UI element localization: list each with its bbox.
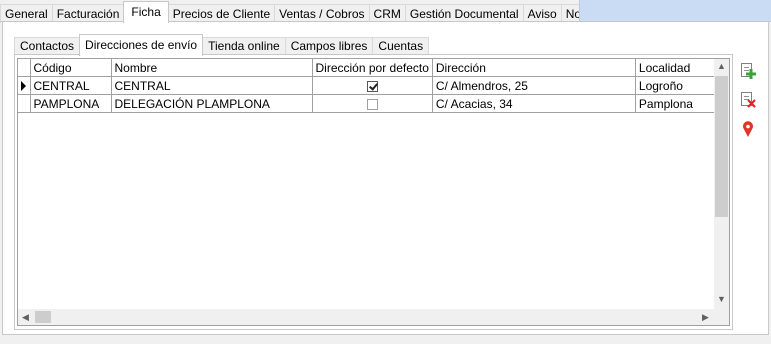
table-header-row: Código Nombre Dirección por defecto Dire… — [18, 59, 722, 77]
delete-x-icon — [747, 99, 756, 108]
cell-localidad[interactable]: Logroño — [635, 76, 722, 95]
tab-campos-libres[interactable]: Campos libres — [284, 37, 374, 55]
cell-codigo[interactable]: PAMPLONA — [30, 94, 112, 113]
delete-address-button[interactable] — [739, 91, 757, 109]
horizontal-scroll-thumb[interactable] — [35, 311, 51, 323]
add-address-button[interactable] — [739, 62, 757, 80]
vertical-scrollbar[interactable]: ▲ ▼ — [714, 59, 729, 309]
row-indicator — [18, 94, 31, 113]
addresses-grid[interactable]: Código Nombre Dirección por defecto Dire… — [17, 58, 730, 326]
show-map-button[interactable] — [739, 120, 757, 138]
cell-codigo[interactable]: CENTRAL — [30, 76, 112, 95]
plus-icon — [746, 69, 756, 79]
main-tab-bar: General Facturación Ficha Precios de Cli… — [0, 0, 771, 23]
current-row-indicator — [18, 76, 31, 95]
map-pin-icon — [743, 121, 753, 137]
horizontal-scrollbar[interactable]: ◀ ▶ — [18, 309, 714, 325]
scroll-left-icon[interactable]: ◀ — [18, 309, 33, 325]
column-header-codigo[interactable]: Código — [30, 59, 112, 77]
column-header-direccion-por-defecto[interactable]: Dirección por defecto — [312, 59, 433, 77]
tab-bar-background — [579, 0, 771, 22]
cell-direccion[interactable]: C/ Acacias, 34 — [432, 94, 636, 113]
default-address-checkbox[interactable] — [366, 98, 378, 110]
vertical-scroll-thumb[interactable] — [715, 76, 728, 217]
cell-direccion-por-defecto[interactable] — [312, 94, 433, 113]
column-header-direccion[interactable]: Dirección — [432, 59, 636, 77]
scroll-right-icon[interactable]: ▶ — [698, 309, 713, 325]
cell-direccion-por-defecto[interactable] — [312, 76, 433, 95]
scroll-down-icon[interactable]: ▼ — [714, 292, 729, 307]
cell-nombre[interactable]: DELEGACIÓN PLAMPLONA — [111, 94, 313, 113]
tab-contactos[interactable]: Contactos — [14, 37, 81, 55]
cell-localidad[interactable]: Pamplona — [635, 94, 722, 113]
scrollbar-corner — [714, 309, 729, 325]
tab-tienda-online[interactable]: Tienda online — [202, 37, 286, 55]
tab-ficha[interactable]: Ficha — [123, 1, 169, 23]
cell-nombre[interactable]: CENTRAL — [111, 76, 313, 95]
table-row[interactable]: CENTRAL CENTRAL C/ Almendros, 25 Logroño — [18, 76, 722, 95]
table-row[interactable]: PAMPLONA DELEGACIÓN PLAMPLONA C/ Acacias… — [18, 94, 722, 113]
row-indicator-header — [18, 59, 31, 77]
ficha-tab-bar: Contactos Direcciones de envío Tienda on… — [14, 34, 430, 56]
column-header-localidad[interactable]: Localidad — [635, 59, 722, 77]
addresses-table: Código Nombre Dirección por defecto Dire… — [18, 59, 722, 113]
current-row-arrow-icon — [21, 81, 27, 92]
tab-cuentas[interactable]: Cuentas — [372, 37, 430, 55]
column-header-nombre[interactable]: Nombre — [111, 59, 313, 77]
cell-direccion[interactable]: C/ Almendros, 25 — [432, 76, 636, 95]
tab-direcciones-de-envio[interactable]: Direcciones de envío — [79, 34, 204, 56]
default-address-checkbox[interactable] — [366, 80, 378, 92]
scroll-up-icon[interactable]: ▲ — [714, 59, 729, 74]
